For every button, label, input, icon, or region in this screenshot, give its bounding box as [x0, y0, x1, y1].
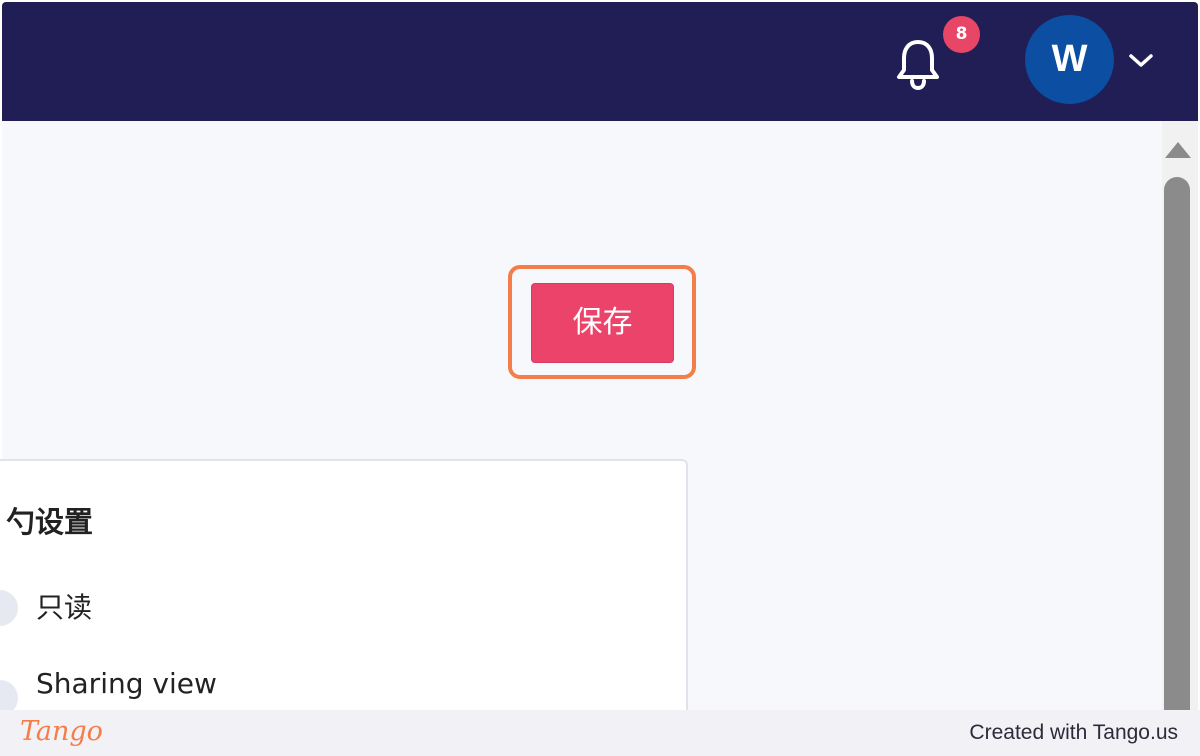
option-label-sharing-view: Sharing view: [36, 667, 217, 700]
settings-card-title: 勺设置: [6, 505, 94, 539]
save-button[interactable]: 保存: [531, 283, 674, 363]
screenshot-frame: 8 W 保存 勺设置 只读 Sharing view Tango Created…: [0, 0, 1200, 756]
scroll-up-arrow-icon[interactable]: [1163, 138, 1193, 160]
footer-credit: Created with Tango.us: [969, 721, 1178, 744]
bell-icon[interactable]: [893, 36, 943, 92]
user-avatar[interactable]: W: [1025, 15, 1114, 104]
scrollbar-thumb[interactable]: [1164, 177, 1190, 737]
chevron-down-icon[interactable]: [1128, 50, 1154, 72]
tango-logo: Tango: [20, 716, 103, 747]
option-label-read-only: 只读: [36, 591, 93, 624]
notification-badge: 8: [943, 16, 980, 53]
top-navigation-bar: [2, 2, 1198, 121]
